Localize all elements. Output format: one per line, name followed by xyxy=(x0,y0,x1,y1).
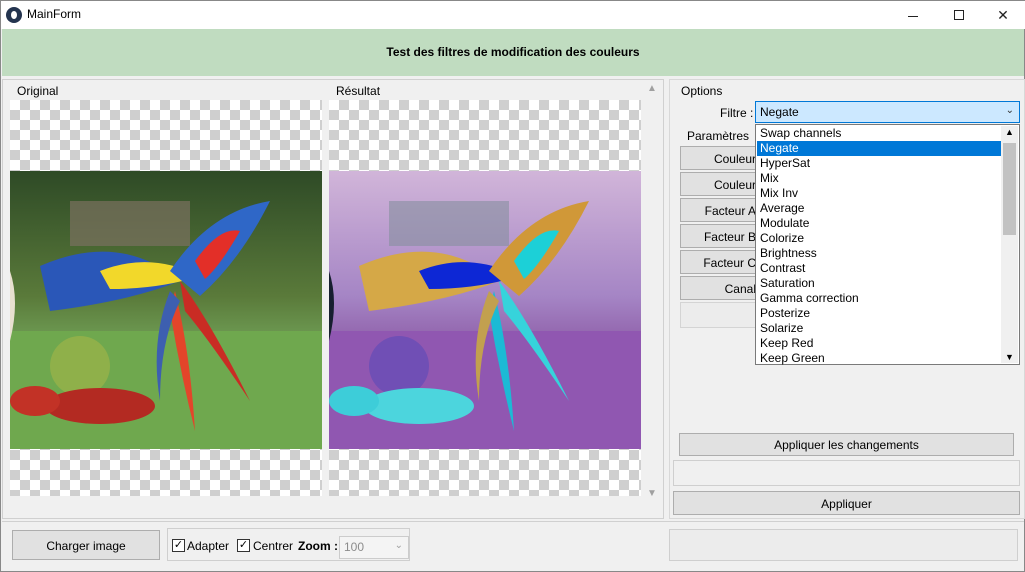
close-icon: ✕ xyxy=(997,6,1009,23)
result-image-canvas xyxy=(329,100,641,496)
filter-option[interactable]: Mix xyxy=(757,171,1002,186)
dropdown-scrollbar[interactable]: ▲ ▼ xyxy=(1001,126,1018,363)
original-parrot-image xyxy=(10,171,322,449)
image-panel: Original Résultat xyxy=(2,79,664,519)
window-title: MainForm xyxy=(27,7,82,21)
dropdown-scroll-down-icon[interactable]: ▼ xyxy=(1005,352,1014,362)
factor-a-button[interactable]: Facteur A xyxy=(680,198,760,222)
filter-option[interactable]: Keep Green xyxy=(757,351,1002,366)
maximize-button[interactable] xyxy=(936,1,982,29)
filter-option[interactable]: Gamma correction xyxy=(757,291,1002,306)
result-parrot-image xyxy=(329,171,641,449)
minimize-button[interactable] xyxy=(890,1,936,29)
original-label: Original xyxy=(17,84,59,98)
filter-option[interactable]: Negate xyxy=(757,141,1002,156)
bottom-status-panel xyxy=(669,529,1018,561)
zoom-chevron-down-icon: ⌄ xyxy=(394,540,403,551)
filter-option[interactable]: Keep Red xyxy=(757,336,1002,351)
header-title: Test des filtres de modification des cou… xyxy=(386,45,640,59)
status-panel xyxy=(673,460,1020,486)
original-image-canvas xyxy=(10,100,322,496)
image-vertical-scrollbar[interactable]: ▲ ▼ xyxy=(644,81,661,501)
factor-b-button[interactable]: Facteur B xyxy=(680,224,760,248)
filter-option[interactable]: Average xyxy=(757,201,1002,216)
scroll-down-icon[interactable]: ▼ xyxy=(647,488,657,499)
empty-param-slot xyxy=(680,302,760,328)
color-1-button[interactable]: Couleur xyxy=(680,146,760,170)
filter-select[interactable]: Negate ⌄ xyxy=(755,101,1020,123)
header-banner: Test des filtres de modification des cou… xyxy=(2,29,1024,76)
filter-option[interactable]: HyperSat xyxy=(757,156,1002,171)
chevron-down-icon: ⌄ xyxy=(1005,105,1014,116)
zoom-label: Zoom : xyxy=(298,539,338,553)
close-button[interactable]: ✕ xyxy=(980,1,1025,29)
title-bar: MainForm ✕ xyxy=(1,1,1025,29)
filter-option[interactable]: Modulate xyxy=(757,216,1002,231)
filter-option[interactable]: Mix Inv xyxy=(757,186,1002,201)
color-2-button[interactable]: Couleur xyxy=(680,172,760,196)
result-label: Résultat xyxy=(336,84,381,98)
zoom-select[interactable]: 100 ⌄ xyxy=(339,536,409,559)
options-label: Options xyxy=(681,84,723,98)
factor-c-button[interactable]: Facteur C xyxy=(680,250,760,274)
filter-select-value: Negate xyxy=(760,105,799,119)
filter-dropdown-list[interactable]: Swap channels Negate HyperSat Mix Mix Inv Ave… xyxy=(755,124,1020,365)
minimize-icon xyxy=(908,15,918,17)
scroll-up-icon[interactable]: ▲ xyxy=(647,83,657,94)
apply-changes-button[interactable]: Appliquer les changements xyxy=(679,433,1014,456)
maximize-icon xyxy=(954,10,964,20)
app-paw-icon xyxy=(6,7,22,23)
adapt-label: Adapter xyxy=(187,539,230,553)
filter-option[interactable]: Solarize xyxy=(757,321,1002,336)
dropdown-scroll-up-icon[interactable]: ▲ xyxy=(1005,127,1014,137)
zoom-value: 100 xyxy=(344,540,365,554)
channel-button[interactable]: Canal xyxy=(680,276,760,300)
center-label: Centrer xyxy=(253,539,294,553)
params-label: Paramètres xyxy=(687,129,750,143)
filter-options: Swap channels Negate HyperSat Mix Mix Inv Ave… xyxy=(757,126,1002,366)
filter-option[interactable]: Saturation xyxy=(757,276,1002,291)
filter-option[interactable]: Swap channels xyxy=(757,126,1002,141)
filter-option[interactable]: Contrast xyxy=(757,261,1002,276)
filter-option[interactable]: Brightness xyxy=(757,246,1002,261)
filter-option[interactable]: Colorize xyxy=(757,231,1002,246)
main-window: MainForm ✕ Test des filtres de modificat… xyxy=(0,0,1025,572)
load-image-button[interactable]: Charger image xyxy=(12,530,160,560)
adapt-checkbox[interactable]: ✓ xyxy=(172,539,185,552)
apply-button[interactable]: Appliquer xyxy=(673,491,1020,515)
dropdown-scroll-thumb[interactable] xyxy=(1003,143,1016,235)
filter-option[interactable]: Posterize xyxy=(757,306,1002,321)
center-checkbox[interactable]: ✓ xyxy=(237,539,250,552)
filter-label: Filtre : xyxy=(720,106,754,120)
